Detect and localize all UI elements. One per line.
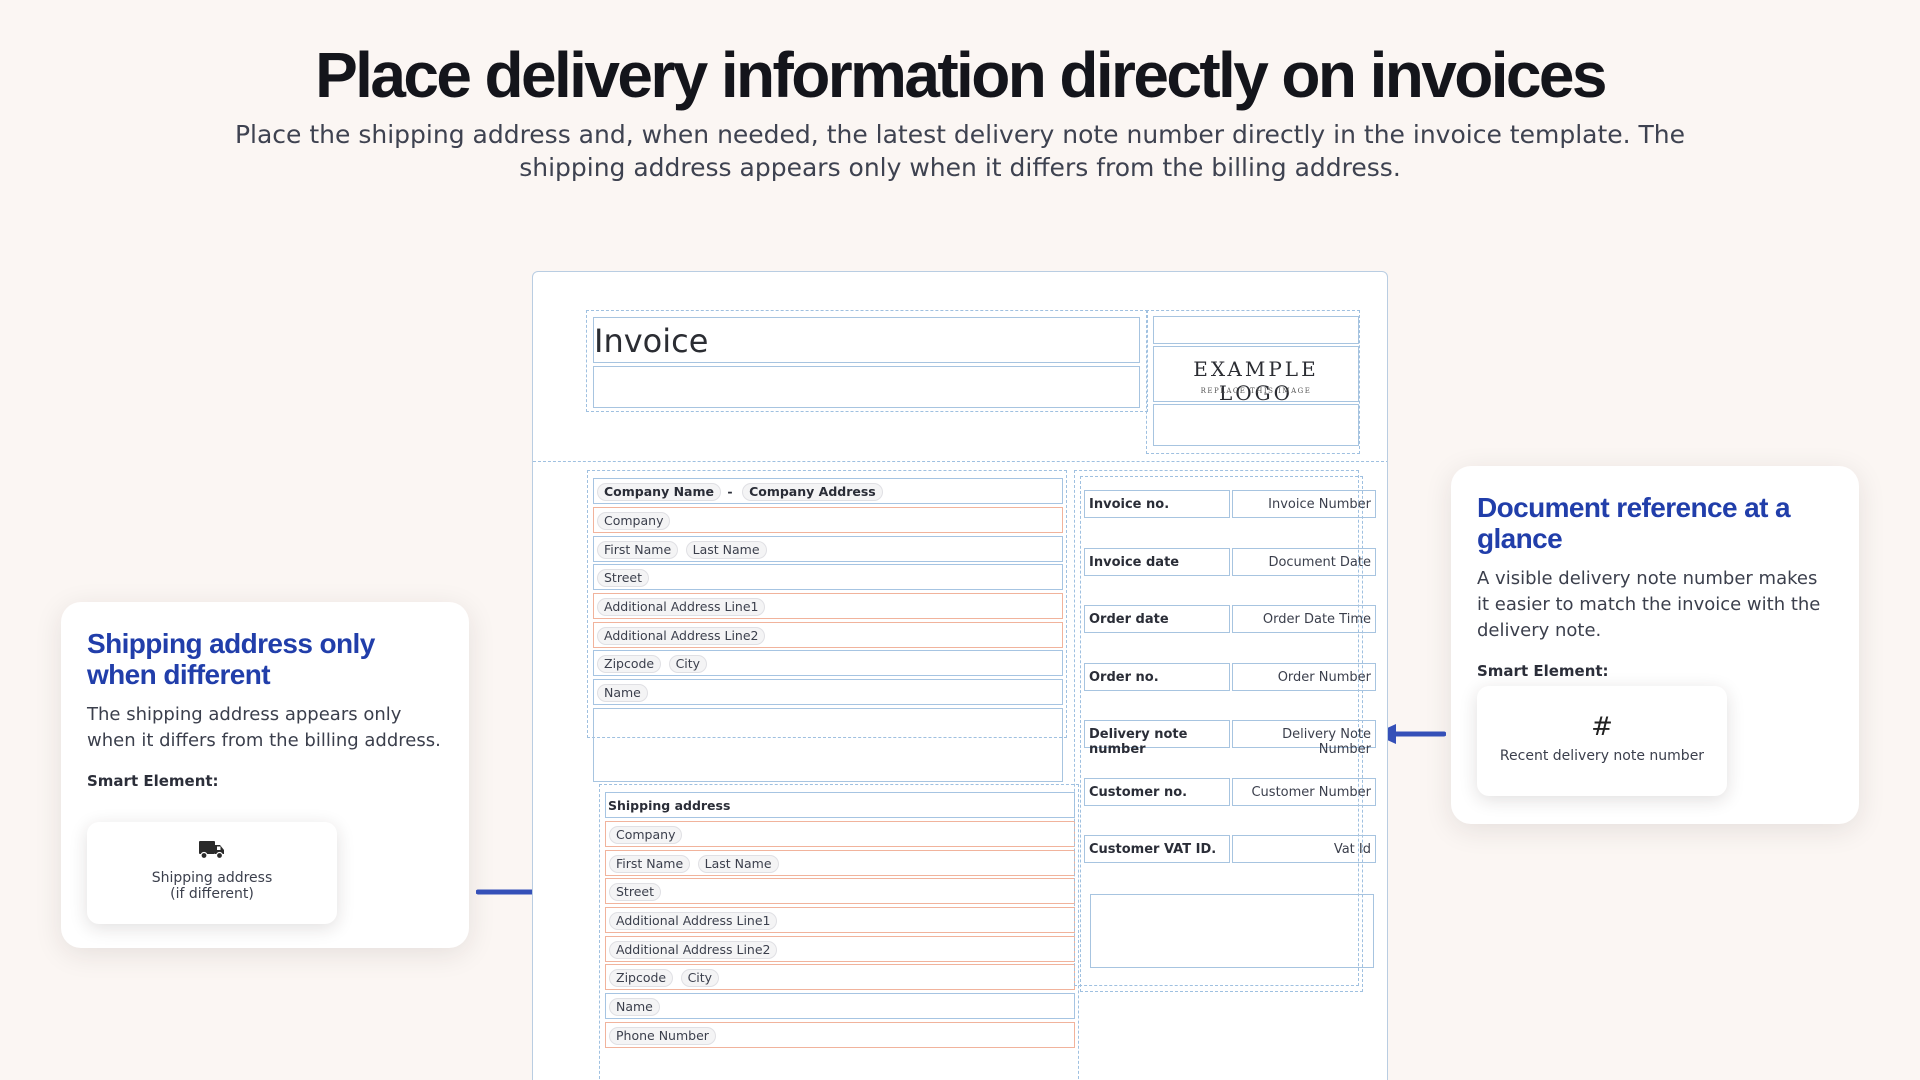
- title-sub-field[interactable]: [593, 366, 1140, 408]
- shipping-name[interactable]: First Name Last Name: [605, 850, 1075, 876]
- notes-field[interactable]: [1090, 894, 1374, 968]
- info-label-cell: Invoice no.: [1084, 490, 1230, 518]
- page-title: Place delivery information directly on i…: [315, 39, 1607, 111]
- billing-zip-city[interactable]: Zipcode City: [593, 650, 1063, 676]
- info-label-cell: Invoice date: [1084, 547, 1230, 576]
- info-label: Invoice date: [1089, 554, 1180, 570]
- shipping-zip-city[interactable]: Zipcode City: [605, 964, 1075, 990]
- truck-icon: [87, 838, 337, 864]
- billing-address-line2[interactable]: Additional Address Line2: [593, 622, 1063, 648]
- info-label-cell: Customer VAT ID.: [1084, 835, 1230, 863]
- smart-element-label: Smart Element:: [87, 772, 219, 790]
- smart-element-label: Smart Element:: [1477, 662, 1609, 680]
- delivery-note-feature-card: Document reference at a glance A visible…: [1451, 466, 1859, 824]
- shipping-phone[interactable]: Phone Number: [605, 1022, 1075, 1048]
- info-row[interactable]: Customer no. Customer Number: [1084, 777, 1376, 808]
- info-label-cell: Delivery note number: [1084, 720, 1230, 757]
- shipping-card-description: The shipping address appears only when i…: [87, 704, 441, 751]
- info-label: Delivery note number: [1089, 727, 1188, 757]
- info-value: Document Date: [1268, 554, 1371, 570]
- header-divider: [533, 461, 1387, 462]
- title-field[interactable]: Invoice: [593, 317, 1140, 363]
- info-value-cell[interactable]: Delivery Note Number: [1232, 720, 1376, 757]
- smart-element-title: Recent delivery note number: [1499, 748, 1705, 764]
- info-row[interactable]: Order no. Order Number: [1084, 662, 1376, 693]
- shipping-card-title: Shipping address only when different: [87, 628, 375, 690]
- info-row[interactable]: Customer VAT ID. Vat Id: [1084, 835, 1376, 865]
- shipping-street[interactable]: Street: [605, 878, 1075, 904]
- info-value-cell[interactable]: Order Number: [1232, 662, 1376, 691]
- smart-element-subtitle: (if different): [170, 886, 254, 902]
- info-row[interactable]: Delivery note number Delivery Note Number: [1084, 720, 1376, 757]
- info-label: Order date: [1089, 612, 1169, 627]
- sender-line[interactable]: Company Name - Company Address: [593, 478, 1063, 504]
- info-label-cell: Order date: [1084, 605, 1230, 633]
- billing-address-line1[interactable]: Additional Address Line1: [593, 593, 1063, 619]
- smart-element-title: Shipping address: [151, 870, 273, 886]
- logo-bottom-field[interactable]: [1153, 404, 1359, 446]
- delivery-card-description: A visible delivery note number makes it …: [1477, 568, 1821, 641]
- info-label-cell: Customer no.: [1084, 777, 1230, 806]
- info-value: Order Number: [1277, 669, 1371, 685]
- billing-empty-field[interactable]: [593, 708, 1063, 782]
- delivery-card-title: Document reference at a glance: [1477, 492, 1791, 554]
- info-value-cell[interactable]: Invoice Number: [1232, 490, 1376, 518]
- info-row[interactable]: Invoice date Document Date: [1084, 547, 1376, 578]
- delivery-note-smart-element[interactable]: # Recent delivery note number: [1477, 686, 1727, 796]
- info-value-cell[interactable]: Order Date Time: [1232, 605, 1376, 633]
- info-label: Invoice no.: [1089, 497, 1170, 512]
- info-row[interactable]: Order date Order Date Time: [1084, 605, 1376, 635]
- info-row[interactable]: Invoice no. Invoice Number: [1084, 490, 1376, 520]
- hash-icon: #: [1591, 712, 1613, 742]
- shipping-address-line2[interactable]: Additional Address Line2: [605, 936, 1075, 962]
- shipping-address-smart-element[interactable]: Shipping address (if different): [87, 822, 337, 924]
- info-value: Invoice Number: [1268, 497, 1371, 512]
- info-value-cell[interactable]: Vat Id: [1232, 835, 1376, 863]
- shipping-feature-card: Shipping address only when different The…: [61, 602, 469, 948]
- logo-field[interactable]: EXAMPLE LOGO REPLACE THIS IMAGE: [1153, 346, 1359, 405]
- invoice-preview: Invoice EXAMPLE LOGO REPLACE THIS IMAGE …: [532, 271, 1388, 1080]
- info-value: Delivery Note Number: [1282, 727, 1371, 757]
- billing-contact-name[interactable]: Name: [593, 679, 1063, 705]
- info-value: Vat Id: [1333, 842, 1371, 857]
- invoice-title: Invoice: [594, 322, 709, 360]
- billing-street[interactable]: Street: [593, 564, 1063, 590]
- info-label: Customer VAT ID.: [1089, 842, 1217, 857]
- info-value: Order Date Time: [1262, 612, 1371, 627]
- info-value: Customer Number: [1251, 784, 1371, 800]
- info-value-cell[interactable]: Document Date: [1232, 547, 1376, 576]
- info-label: Customer no.: [1089, 784, 1188, 800]
- shipping-heading: Shipping address: [605, 792, 1075, 818]
- page-subtitle: Place the shipping address and, when nee…: [234, 120, 1686, 182]
- shipping-contact-name[interactable]: Name: [605, 993, 1075, 1019]
- logo-subtext: REPLACE THIS IMAGE: [1200, 387, 1312, 395]
- info-value-cell[interactable]: Customer Number: [1232, 777, 1376, 806]
- shipping-company[interactable]: Company: [605, 821, 1075, 847]
- logo-top-field[interactable]: [1153, 316, 1359, 344]
- billing-name[interactable]: First Name Last Name: [593, 536, 1063, 562]
- shipping-address-line1[interactable]: Additional Address Line1: [605, 907, 1075, 933]
- billing-company[interactable]: Company: [593, 507, 1063, 533]
- info-label: Order no.: [1089, 669, 1159, 685]
- info-label-cell: Order no.: [1084, 662, 1230, 691]
- logo-text: EXAMPLE LOGO: [1193, 357, 1319, 405]
